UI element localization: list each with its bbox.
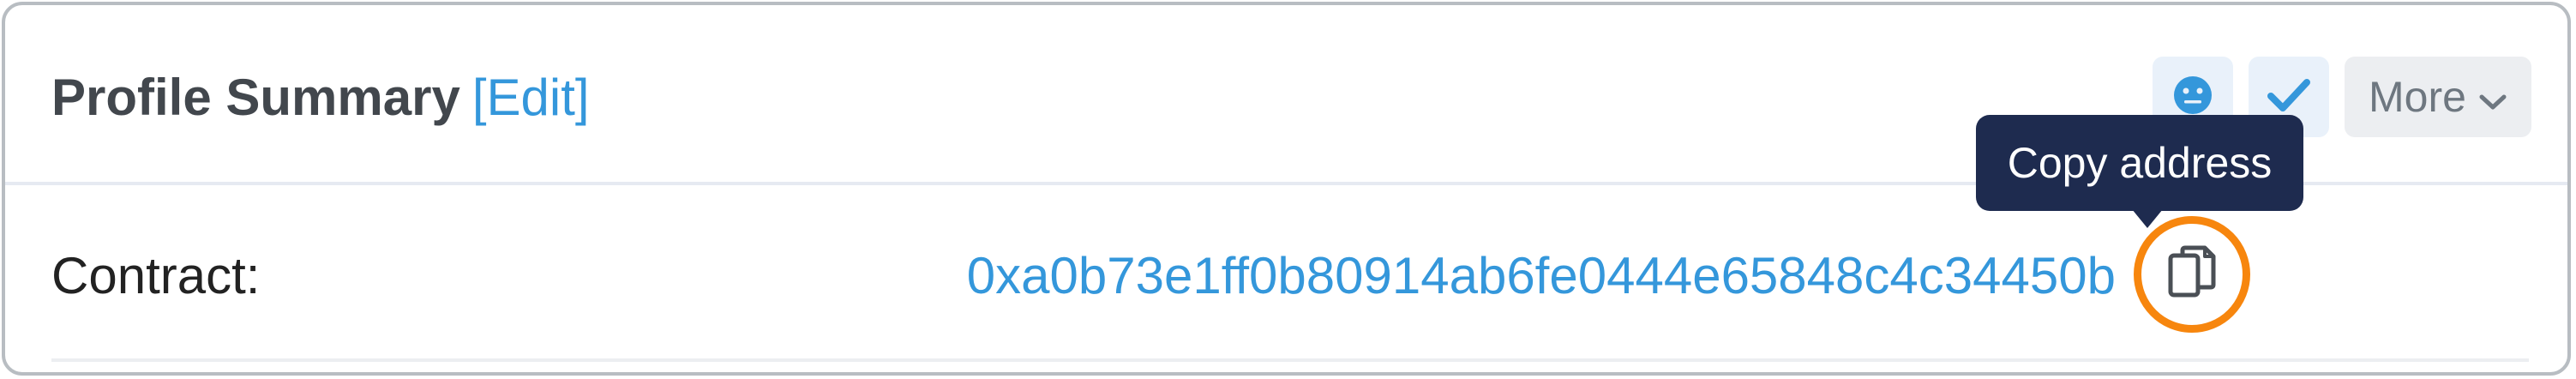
tooltip-text: Copy address: [2007, 139, 2273, 187]
copy-icon: [2167, 245, 2217, 304]
contract-label: Contract:: [51, 247, 261, 304]
neutral-face-icon: [2172, 75, 2213, 120]
edit-link[interactable]: [Edit]: [472, 69, 590, 126]
copy-address-button[interactable]: [2134, 216, 2250, 333]
tooltip-arrow: [2132, 209, 2163, 228]
more-label: More: [2369, 73, 2466, 121]
checkmark-icon: [2267, 76, 2311, 118]
more-dropdown-button[interactable]: More: [2345, 57, 2531, 137]
contract-address-link[interactable]: 0xa0b73e1ff0b80914ab6fe0444e65848c4c3445…: [967, 242, 2116, 310]
title-text: Profile Summary: [51, 69, 460, 126]
profile-summary-card: Profile Summary [Edit] More Contract: 0x…: [2, 2, 2571, 376]
page-title: Profile Summary [Edit]: [51, 63, 590, 132]
chevron-down-icon: [2478, 72, 2507, 122]
copy-address-tooltip: Copy address: [1976, 115, 2303, 211]
